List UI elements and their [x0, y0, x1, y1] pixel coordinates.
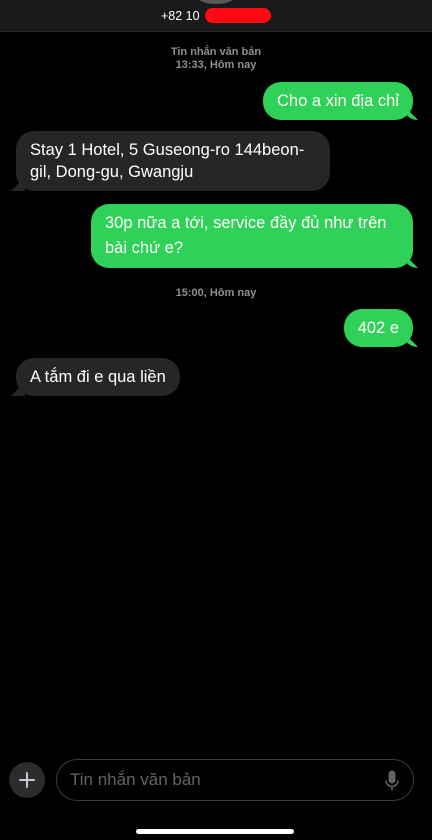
home-indicator[interactable] — [136, 829, 294, 834]
timestamp: 15:00, Hôm nay — [0, 287, 432, 300]
conversation-header[interactable]: +82 10 — [0, 0, 432, 32]
messages-screen: +82 10 Tin nhắn văn bản 13:33, Hôm nay C… — [0, 0, 432, 840]
timestamp-time: 13:33, Hôm nay — [175, 59, 257, 71]
contact-number: +82 10 — [160, 8, 200, 23]
microphone-icon[interactable] — [385, 770, 399, 792]
plus-icon[interactable] — [9, 762, 45, 798]
message-type-label: Tin nhắn văn bản — [170, 46, 262, 58]
redaction-mark — [205, 8, 272, 24]
message-bubble-incoming[interactable]: Stay 1 Hotel, 5 Guseong-ro 144beon-gil, … — [16, 131, 330, 191]
message-bubble-incoming[interactable]: A tắm đi e qua liền — [16, 358, 180, 396]
plus-glyph — [19, 772, 35, 788]
contact-avatar[interactable] — [196, 0, 236, 4]
message-input[interactable] — [70, 760, 370, 800]
contact-name[interactable]: +82 10 — [0, 8, 432, 24]
timestamp: Tin nhắn văn bản 13:33, Hôm nay — [0, 46, 432, 72]
message-bubble-outgoing[interactable]: Cho a xin địa chỉ — [263, 82, 413, 120]
message-bubble-outgoing[interactable]: 402 e — [343, 309, 413, 347]
message-bubble-outgoing[interactable]: 30p nữa a tới, service đầy đủ như trên b… — [91, 204, 413, 268]
message-composer[interactable] — [56, 759, 414, 801]
timestamp-time: 15:00, Hôm nay — [175, 287, 257, 299]
